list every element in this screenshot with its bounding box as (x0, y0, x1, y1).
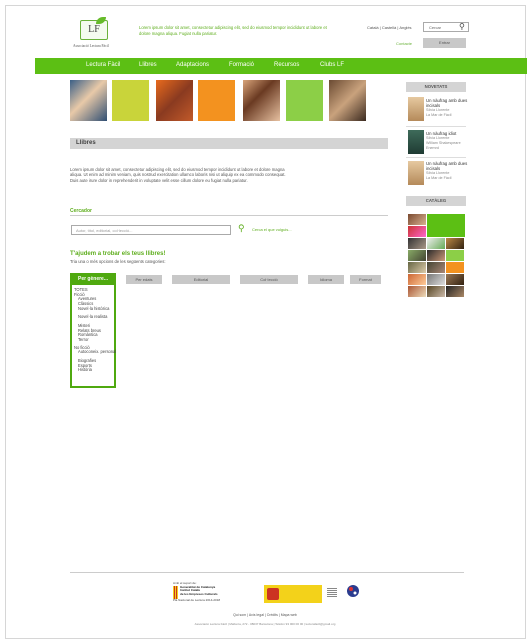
search-section-title: Cercador (70, 208, 92, 214)
catalog-featured-tile[interactable] (427, 214, 465, 237)
catalog-tile[interactable] (446, 286, 464, 297)
language-selector[interactable]: Català | Castellà | Anglès (367, 25, 412, 30)
book-author: Sílvia Llorente (426, 108, 450, 112)
book-author: Sílvia Llorente (426, 136, 450, 140)
book-search-input[interactable]: Autor, títol, editorial, col·lecció... (71, 225, 231, 235)
finder-subtitle: Tria una o més opcions de les següents c… (70, 259, 166, 264)
nav-item-llibres[interactable]: Llibres (139, 62, 157, 68)
color-tile-green (286, 80, 323, 121)
genre-option[interactable]: Novel·la històrica (78, 306, 109, 312)
search-link[interactable]: Cerca el que vulguis... (252, 227, 292, 232)
logo-text: LF (88, 24, 100, 35)
catalog-tile[interactable] (408, 250, 426, 261)
genre-option[interactable]: Autoconeix. personal (78, 349, 116, 355)
book-cover[interactable] (408, 97, 424, 121)
genre-dropdown-label[interactable]: Per gènere... (70, 273, 116, 285)
catalog-tile[interactable] (446, 250, 464, 261)
book-cover[interactable] (408, 161, 424, 185)
catalog-tile[interactable] (446, 238, 464, 249)
nav-item-adaptacions[interactable]: Adaptacions (176, 62, 209, 68)
finder-title: T'ajudem a trobar els teus llibres! (70, 251, 166, 257)
senyera-icon (173, 585, 178, 599)
ministry-logo (264, 585, 322, 603)
catalog-tile[interactable] (408, 286, 426, 297)
catalog-tile[interactable] (427, 274, 445, 285)
filter-idioma[interactable]: Idioma (308, 275, 344, 284)
gencat-line: Pla Nacional de Lectura 2014-2018 (173, 597, 221, 602)
enter-button[interactable]: Entrar (423, 38, 466, 48)
footer-divider (70, 572, 464, 573)
divider (406, 126, 466, 127)
book-publisher: William Shakespeare Enemrd (426, 141, 461, 150)
photo-readers-group (243, 80, 280, 121)
book-title[interactable]: Un nàufrag amb dues incisals (426, 161, 470, 171)
nav-item-lectura-facil[interactable]: Lectura Fàcil (86, 62, 120, 68)
divider (70, 215, 388, 216)
catalog-tile[interactable] (408, 262, 426, 273)
search-icon[interactable]: ⚲ (459, 23, 465, 31)
catalog-tile[interactable] (408, 274, 426, 285)
color-tile-orange (198, 80, 235, 121)
page-title: Llibres (70, 138, 388, 149)
catalog-tile[interactable] (427, 286, 445, 297)
catalog-tile[interactable] (427, 262, 445, 273)
association-name: Associació Lectura Fàcil (73, 44, 109, 48)
catalog-tile[interactable] (427, 250, 445, 261)
book-title[interactable]: Un nàufrag amb dues incisals (426, 98, 470, 108)
filter-per-edats[interactable]: Per edats (126, 275, 162, 284)
book-cover[interactable] (408, 130, 424, 154)
catalog-tile[interactable] (427, 238, 445, 249)
filter-editorial[interactable]: Editorial (172, 275, 230, 284)
news-title: NOVETATS (406, 82, 466, 92)
logo[interactable]: LF (80, 20, 108, 40)
catalog-tile[interactable] (408, 214, 426, 225)
photo-reader-3 (329, 80, 366, 121)
search-icon[interactable]: ⚲ (238, 224, 245, 233)
divider (406, 157, 466, 158)
photo-reader-2 (156, 80, 193, 121)
filter-colleccio[interactable]: Col·lecció (240, 275, 298, 284)
catalog-tile[interactable] (446, 274, 464, 285)
catalog-tile[interactable] (446, 262, 464, 273)
catalog-title: CATÀLEG (406, 196, 466, 206)
partner-circle-logo (346, 584, 360, 598)
photo-reader (70, 80, 107, 121)
intro-text: Lorem ipsum dolor sit amet, consectetur … (70, 167, 286, 183)
partner-logo (327, 588, 337, 598)
nav-item-clubs-lf[interactable]: Clubs LF (320, 62, 344, 68)
gencat-line: de les Empreses Culturals (180, 591, 218, 596)
gencat-logo: Amb el suport de: Generalitat de Catalun… (173, 581, 233, 610)
genre-option[interactable]: Història (78, 367, 92, 373)
footer-address: Associació Lectura Fàcil | Mallorca, 272… (194, 622, 336, 626)
header-tagline: Lorem ipsum dolor sit amet, consectetur … (139, 25, 327, 36)
book-publisher: La Mar de Fàcil (426, 113, 452, 117)
nav-item-recursos[interactable]: Recursos (274, 62, 299, 68)
filter-format[interactable]: Format (350, 275, 381, 284)
catalog-tile[interactable] (408, 226, 426, 237)
contact-link[interactable]: Contacte (396, 41, 412, 46)
genre-option[interactable]: Novel·la realista (78, 314, 107, 320)
book-author: Sílvia Llorente (426, 171, 450, 175)
footer-links[interactable]: Qui som | Avís legal | Crèdits | Mapa we… (200, 613, 330, 617)
catalog-tile[interactable] (408, 238, 426, 249)
book-publisher: La Mar de Fàcil (426, 176, 452, 180)
genre-option[interactable]: Terror (78, 337, 89, 343)
color-tile-lime (112, 80, 149, 121)
nav-item-formacio[interactable]: Formació (229, 62, 254, 68)
